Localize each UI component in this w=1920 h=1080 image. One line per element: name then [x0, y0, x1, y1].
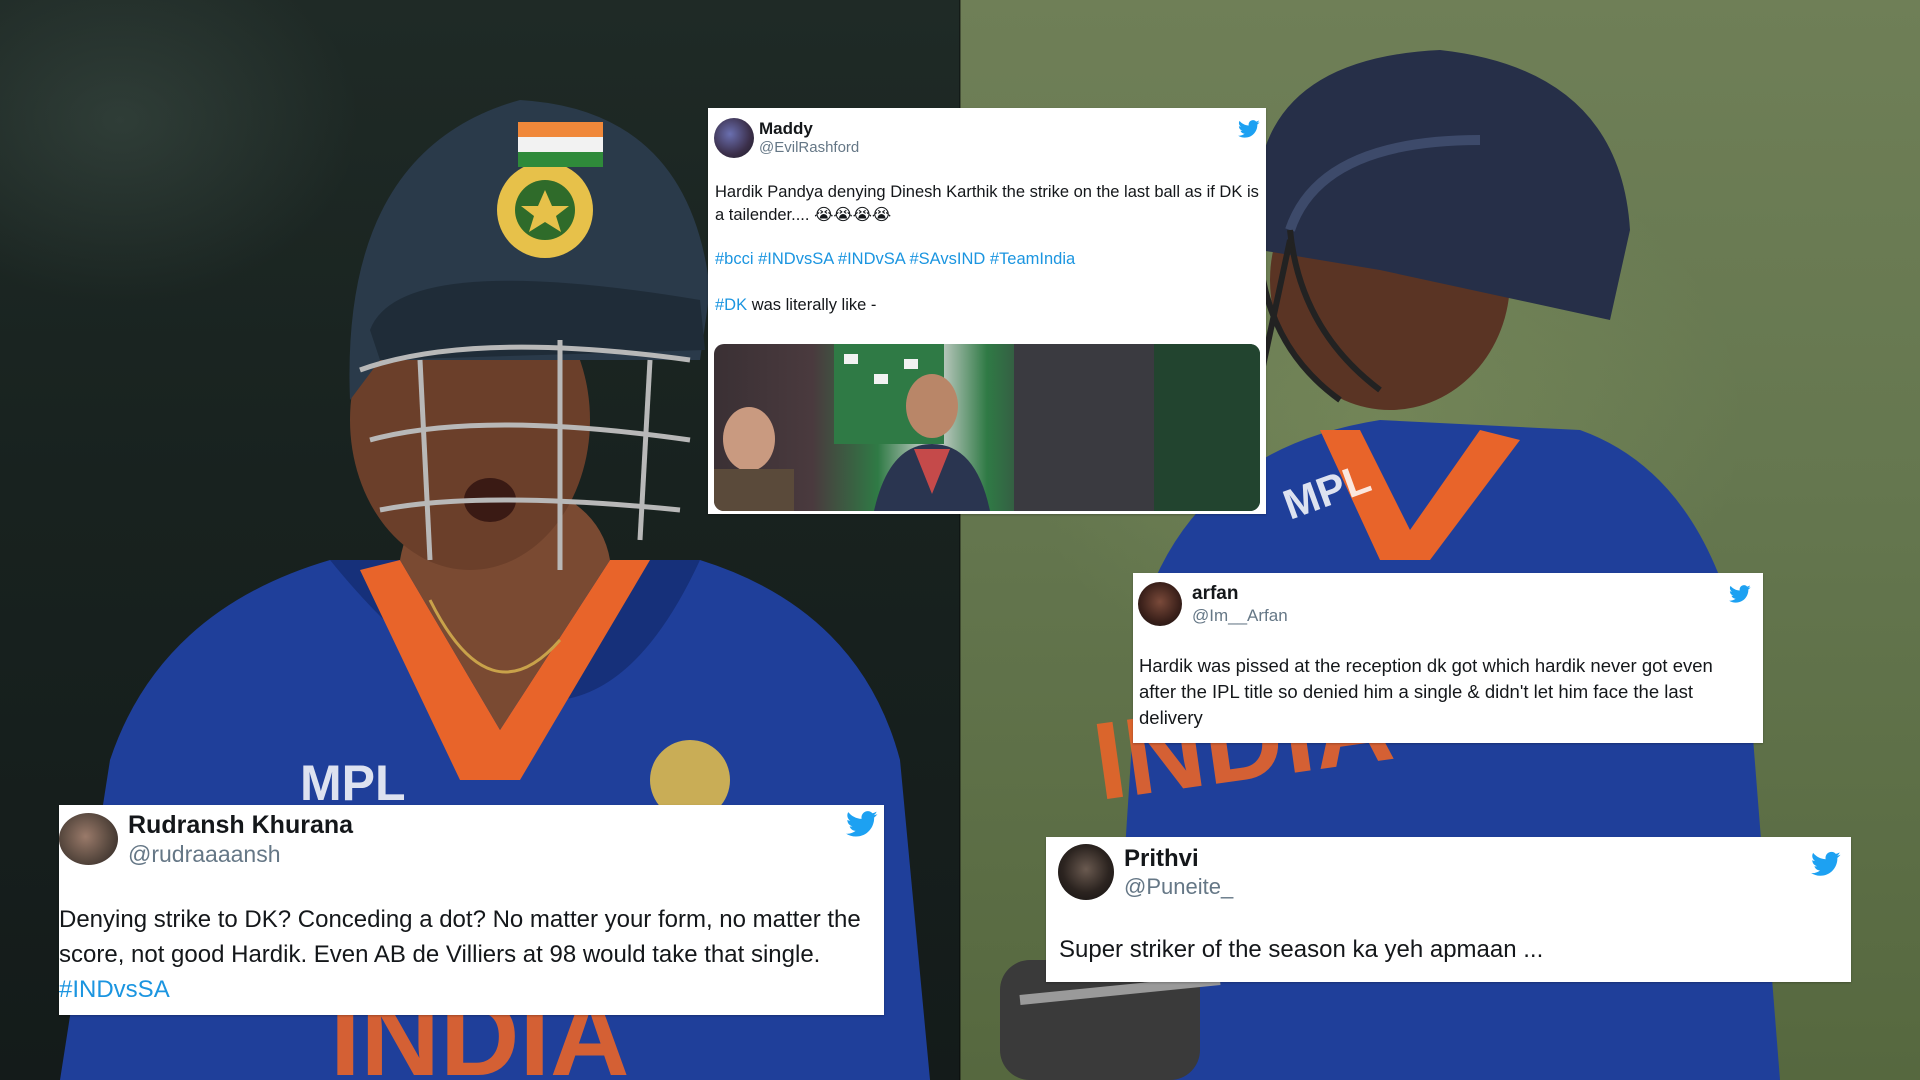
tweet-header: arfan @Im__Arfan: [1133, 573, 1763, 629]
tweet-card-maddy[interactable]: Maddy @EvilRashford Hardik Pandya denyin…: [708, 108, 1266, 514]
author-handle[interactable]: @rudraaaansh: [128, 840, 353, 868]
avatar[interactable]: [1138, 582, 1182, 626]
author-handle[interactable]: @Im__Arfan: [1192, 605, 1288, 626]
tweet-text-main: Denying strike to DK? Conceding a dot? N…: [59, 906, 861, 968]
hashtag-link[interactable]: #bcci: [715, 250, 754, 268]
author-handle[interactable]: @EvilRashford: [759, 139, 859, 157]
tweet-text: Hardik was pissed at the reception dk go…: [1139, 655, 1713, 728]
tweet-card-prithvi[interactable]: Prithvi @Puneite_ Super striker of the s…: [1046, 837, 1851, 982]
hashtag-link[interactable]: #INDvsSA: [59, 976, 170, 1003]
avatar[interactable]: [714, 118, 754, 158]
tweet-header: Maddy @EvilRashford: [708, 108, 1266, 160]
tweet-text: Super striker of the season ka yeh apmaa…: [1059, 936, 1544, 963]
twitter-bird-icon[interactable]: [846, 808, 878, 840]
author-handle[interactable]: @Puneite_: [1124, 873, 1233, 900]
tweet-text: Denying strike to DK? Conceding a dot? N…: [59, 902, 884, 1007]
tweet-header: Rudransh Khurana @rudraaaansh: [59, 805, 884, 869]
tweet-author: Maddy @EvilRashford: [759, 119, 859, 157]
tweet-header: Prithvi @Puneite_: [1046, 837, 1851, 901]
twitter-bird-icon[interactable]: [1238, 118, 1260, 140]
avatar[interactable]: [59, 813, 118, 865]
tweet-card-rudransh[interactable]: Rudransh Khurana @rudraaaansh Denying st…: [59, 805, 884, 1015]
tweet-text-suffix: was literally like -: [747, 296, 877, 314]
author-name[interactable]: Maddy: [759, 119, 859, 139]
author-name[interactable]: arfan: [1192, 583, 1288, 605]
hashtag-link[interactable]: #TeamIndia: [990, 250, 1075, 268]
author-name[interactable]: Rudransh Khurana: [128, 810, 353, 840]
tweet-author: Rudransh Khurana @rudraaaansh: [128, 810, 353, 868]
tweet-author: arfan @Im__Arfan: [1192, 583, 1288, 626]
tweet-media-crowd-photo[interactable]: [714, 344, 1260, 511]
tweet-text: Hardik Pandya denying Dinesh Karthik the…: [715, 183, 1259, 224]
twitter-bird-icon[interactable]: [1729, 583, 1751, 605]
hashtag-link[interactable]: #INDvSA: [838, 250, 905, 268]
crowd-illustration: [714, 344, 1260, 511]
twitter-bird-icon[interactable]: [1811, 849, 1841, 879]
tweet-author: Prithvi @Puneite_: [1124, 845, 1233, 900]
tweet-card-arfan[interactable]: arfan @Im__Arfan Hardik was pissed at th…: [1133, 573, 1763, 743]
author-name[interactable]: Prithvi: [1124, 845, 1233, 873]
hashtag-link[interactable]: #DK: [715, 296, 747, 314]
hashtag-link[interactable]: #SAvsIND: [909, 250, 985, 268]
tweet-hashtags: #bcci #INDvsSA #INDvSA #SAvsIND #TeamInd…: [715, 248, 1075, 271]
svg-text:MPL: MPL: [300, 755, 406, 811]
tweet-text-line: #DK was literally like -: [715, 294, 876, 317]
hashtag-link[interactable]: #INDvsSA: [758, 250, 833, 268]
avatar[interactable]: [1058, 844, 1114, 900]
